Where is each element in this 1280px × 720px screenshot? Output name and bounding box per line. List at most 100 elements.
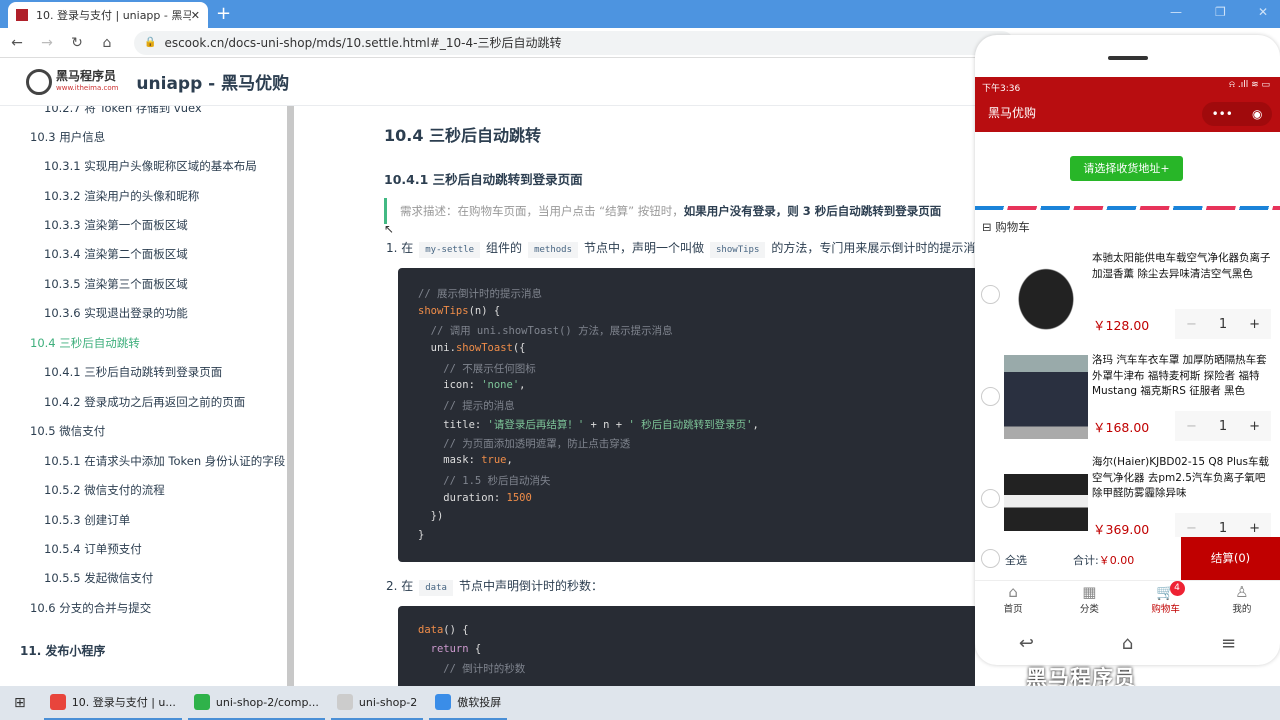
item-checkbox[interactable] [981,285,1000,304]
code-token: , [506,454,513,467]
item-checkbox[interactable] [981,387,1000,406]
browser-tab[interactable]: 10. 登录与支付 | uniapp - 黑马优购✕ [8,2,208,28]
tab-label: 我的 [1232,604,1252,615]
sidebar-item[interactable]: 10.3.1 实现用户头像昵称区域的基本布局 [44,158,257,174]
phone-speaker [1108,56,1148,60]
url-text: escook.cn/docs-uni-shop/mds/10.settle.ht… [164,36,562,50]
product-name[interactable]: 本驰太阳能供电车载空气净化器负离子加湿香薰 除尘去异味清洁空气黑色 [1092,251,1274,282]
scrollbar-thumb[interactable] [287,106,294,686]
windows-start-icon[interactable]: ⊞ [14,695,26,711]
sidebar-item[interactable]: 10.4.1 三秒后自动跳转到登录页面 [44,364,222,380]
taskbar-item[interactable]: uni-shop-2/comp... [187,686,325,720]
tip-bold: 如果用户没有登录，则 3 秒后自动跳转到登录页面 [683,204,942,218]
minimize-button[interactable]: — [1170,5,1182,19]
settle-button[interactable]: 结算(0) [1181,537,1280,580]
sidebar-item[interactable]: 10.5 微信支付 [30,423,105,439]
quantity-stepper[interactable]: − 1 + [1175,411,1271,441]
tab-1[interactable]: ▦ 分类 [1051,581,1127,620]
product-price: ￥369.00 [1093,522,1150,537]
back-icon[interactable]: ↩ [1019,633,1034,654]
close-window-button[interactable]: ✕ [1258,5,1268,19]
total-amount: ￥0.00 [1098,554,1135,567]
code-token: title: [418,418,488,431]
code-token: // 不展示任何图标 [418,362,536,375]
home-icon[interactable]: ⌂ [94,35,120,51]
home-icon[interactable]: ⌂ [1122,633,1133,654]
mouse-cursor-icon: ↖ [384,222,395,236]
product-image[interactable] [1004,457,1088,541]
quantity-stepper[interactable]: − 1 + [1175,309,1271,339]
code-token: (n) { [468,304,501,317]
taskbar-item[interactable]: 10. 登录与支付 | u... [43,686,182,720]
tab-3[interactable]: ♙ 我的 [1204,581,1280,620]
maximize-button[interactable]: ❐ [1215,5,1226,19]
sidebar-item[interactable]: 10.5.3 创建订单 [44,512,130,528]
product-name[interactable]: 海尔(Haier)KJBD02-15 Q8 Plus车载空气净化器 去pm2.5… [1092,455,1274,502]
new-tab-button[interactable]: + [216,3,231,24]
taskbar-item[interactable]: uni-shop-2 [330,686,424,720]
favicon-icon [16,9,28,21]
decrement-button[interactable]: − [1186,317,1197,332]
inline-code: data [419,580,453,596]
close-target-icon[interactable]: ◉ [1252,107,1262,121]
back-icon[interactable]: ← [4,35,30,51]
tab-0[interactable]: ⌂ 首页 [975,581,1051,620]
main-content: 10.4 三秒后自动跳转 10.4.1 三秒后自动跳转到登录页面 需求描述：在购… [294,106,975,686]
forward-icon[interactable]: → [34,35,60,51]
site-title[interactable]: uniapp - 黑马优购 [136,69,289,94]
tab-icon: ⌂ [1008,583,1018,601]
code-token: showTips [418,304,469,317]
choose-address-button[interactable]: 请选择收货地址+ [1070,156,1183,181]
code-token: + n + [584,418,629,431]
sidebar-item[interactable]: 10.5.1 在请求头中添加 Token 身份认证的字段 [44,453,285,469]
code-token: '请登录后再结算！' [487,418,585,431]
code-token: () { [443,624,469,636]
sidebar-item[interactable]: 10.5.2 微信支付的流程 [44,482,165,498]
url-input[interactable]: 🔒 escook.cn/docs-uni-shop/mds/10.settle.h… [134,30,1014,55]
close-tab-icon[interactable]: ✕ [191,9,200,22]
sidebar-item[interactable]: 10.6 分支的合并与提交 [30,600,151,616]
code-token: , [752,418,759,431]
increment-button[interactable]: + [1249,317,1260,332]
decrement-button[interactable]: − [1186,419,1197,434]
increment-button[interactable]: + [1249,521,1260,536]
decrement-button[interactable]: − [1186,521,1197,536]
sidebar-item[interactable]: 10.3.2 渲染用户的头像和昵称 [44,188,199,204]
sidebar-item[interactable]: 10.3.4 渲染第二个面板区域 [44,246,188,262]
sidebar-item[interactable]: 11. 发布小程序 [20,642,105,659]
sidebar-item[interactable]: 10.3 用户信息 [30,129,105,145]
code-token: // 展示倒计时的提示消息 [418,288,542,300]
more-icon[interactable]: ••• [1212,107,1233,121]
sidebar-item[interactable]: 10.2.7 将 Token 存储到 vuex [44,106,202,116]
product-image[interactable] [1004,253,1088,337]
product-name[interactable]: 洛玛 汽车车衣车罩 加厚防晒隔热车套外罩牛津布 福特麦柯斯 探险者 福特Must… [1092,353,1274,400]
increment-button[interactable]: + [1249,419,1260,434]
tab-label: 分类 [1079,604,1099,615]
sidebar-item[interactable]: 10.4.2 登录成功之后再返回之前的页面 [44,394,245,410]
taskbar-item[interactable]: 傲软投屏 [429,686,508,720]
sidebar-item[interactable]: 10.3.5 渲染第三个面板区域 [44,276,188,292]
code-line: showTips(n) { [418,305,958,324]
site-logo[interactable]: 黑马程序员 www.itheima.com [26,68,118,95]
sidebar-item[interactable]: 10.4 三秒后自动跳转 [30,335,140,351]
product-image[interactable] [1004,355,1088,439]
code-line: // 为页面添加透明遮罩，防止点击穿透 [418,436,958,455]
tab-2[interactable]: 🛒 购物车 4 [1128,581,1204,620]
select-all-checkbox[interactable] [981,549,1000,568]
capsule-menu[interactable]: ••• ◉ [1202,102,1272,126]
sidebar-item[interactable]: 10.3.3 渲染第一个面板区域 [44,217,188,233]
item-checkbox[interactable] [981,489,1000,508]
code-line: // 提示的消息 [418,398,958,417]
menu-icon[interactable]: ≡ [1221,633,1236,654]
quantity-value: 1 [1218,418,1228,434]
sidebar-item[interactable]: 10.5.4 订单预支付 [44,541,142,557]
taskbar: ⊞ 10. 登录与支付 | u... uni-shop-2/comp... uni-… [0,686,1280,720]
mp-navbar: 下午3:36 ⍾ .ıll ≋ ▭ 黑马优购 ••• ◉ [975,77,1280,132]
address-border [975,206,1280,210]
reload-icon[interactable]: ↻ [64,35,90,51]
code-line: // 调用 uni.showToast() 方法，展示提示消息 [418,323,958,342]
sidebar-scrollbar[interactable] [287,106,294,686]
sidebar-item[interactable]: 10.3.6 实现退出登录的功能 [44,305,188,321]
sidebar-item[interactable]: 10.5.5 发起微信支付 [44,570,153,586]
app-icon [336,694,353,710]
